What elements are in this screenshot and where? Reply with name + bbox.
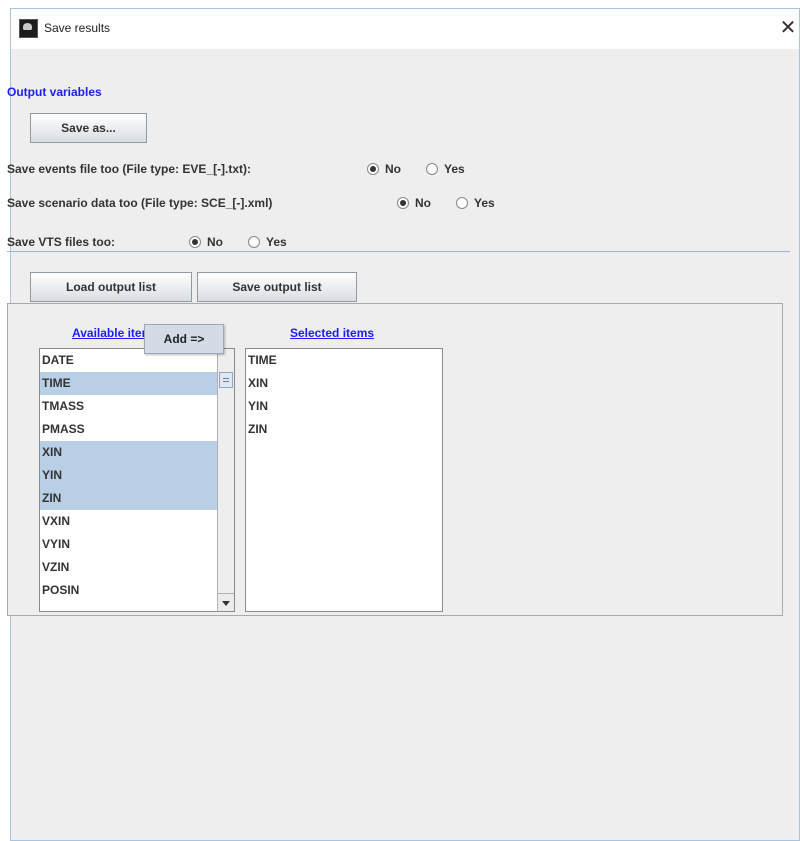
vts-yes-label: Yes bbox=[266, 235, 287, 249]
output-variables-title: Output variables bbox=[7, 85, 102, 99]
available-item[interactable]: POSIN bbox=[40, 579, 234, 602]
selected-item[interactable]: TIME bbox=[246, 349, 442, 372]
available-item[interactable]: TIME bbox=[40, 372, 234, 395]
add-menu-item[interactable]: Add => bbox=[144, 324, 224, 354]
title-bar: Save results ✕ bbox=[11, 9, 799, 49]
available-items-list[interactable]: DATE TIME TMASS PMASS XIN YIN ZIN VXIN VYIN VZIN P… bbox=[39, 348, 235, 612]
scenario-no-radio[interactable] bbox=[397, 197, 409, 209]
scroll-down-icon[interactable] bbox=[218, 593, 234, 611]
scroll-thumb[interactable] bbox=[219, 372, 233, 388]
vts-files-label: Save VTS files too: bbox=[7, 235, 116, 249]
save-as-button[interactable]: Save as... bbox=[30, 113, 147, 143]
available-item[interactable]: VZIN bbox=[40, 556, 234, 579]
available-item[interactable]: PMASS bbox=[40, 418, 234, 441]
available-item[interactable]: YIN bbox=[40, 464, 234, 487]
available-item[interactable]: TMASS bbox=[40, 395, 234, 418]
scenario-yes-label: Yes bbox=[474, 196, 495, 210]
close-icon[interactable]: ✕ bbox=[775, 15, 800, 41]
available-item[interactable]: ZIN bbox=[40, 487, 234, 510]
events-no-label: No bbox=[385, 162, 401, 176]
available-list-scrollbar[interactable] bbox=[217, 349, 234, 611]
vts-no-radio[interactable] bbox=[189, 236, 201, 248]
events-yes-label: Yes bbox=[444, 162, 465, 176]
vts-no-label: No bbox=[207, 235, 223, 249]
selected-item[interactable]: XIN bbox=[246, 372, 442, 395]
app-icon bbox=[19, 19, 38, 38]
scenario-no-label: No bbox=[415, 196, 431, 210]
selected-items-header[interactable]: Selected items bbox=[290, 326, 374, 340]
window-title: Save results bbox=[44, 21, 111, 35]
save-output-list-button[interactable]: Save output list bbox=[197, 272, 357, 302]
selected-item[interactable]: ZIN bbox=[246, 418, 442, 441]
selected-item[interactable]: YIN bbox=[246, 395, 442, 418]
scenario-yes-radio[interactable] bbox=[456, 197, 468, 209]
scenario-data-label: Save scenario data too (File type: SCE_[… bbox=[7, 196, 273, 210]
available-item[interactable]: VXIN bbox=[40, 510, 234, 533]
selected-items-list[interactable]: TIME XIN YIN ZIN bbox=[245, 348, 443, 612]
available-item[interactable]: VYIN bbox=[40, 533, 234, 556]
available-item[interactable]: XIN bbox=[40, 441, 234, 464]
vts-yes-radio[interactable] bbox=[248, 236, 260, 248]
events-yes-radio[interactable] bbox=[426, 163, 438, 175]
events-file-label: Save events file too (File type: EVE_[-]… bbox=[7, 162, 252, 176]
load-output-list-button[interactable]: Load output list bbox=[30, 272, 192, 302]
separator-line bbox=[7, 251, 790, 252]
events-no-radio[interactable] bbox=[367, 163, 379, 175]
